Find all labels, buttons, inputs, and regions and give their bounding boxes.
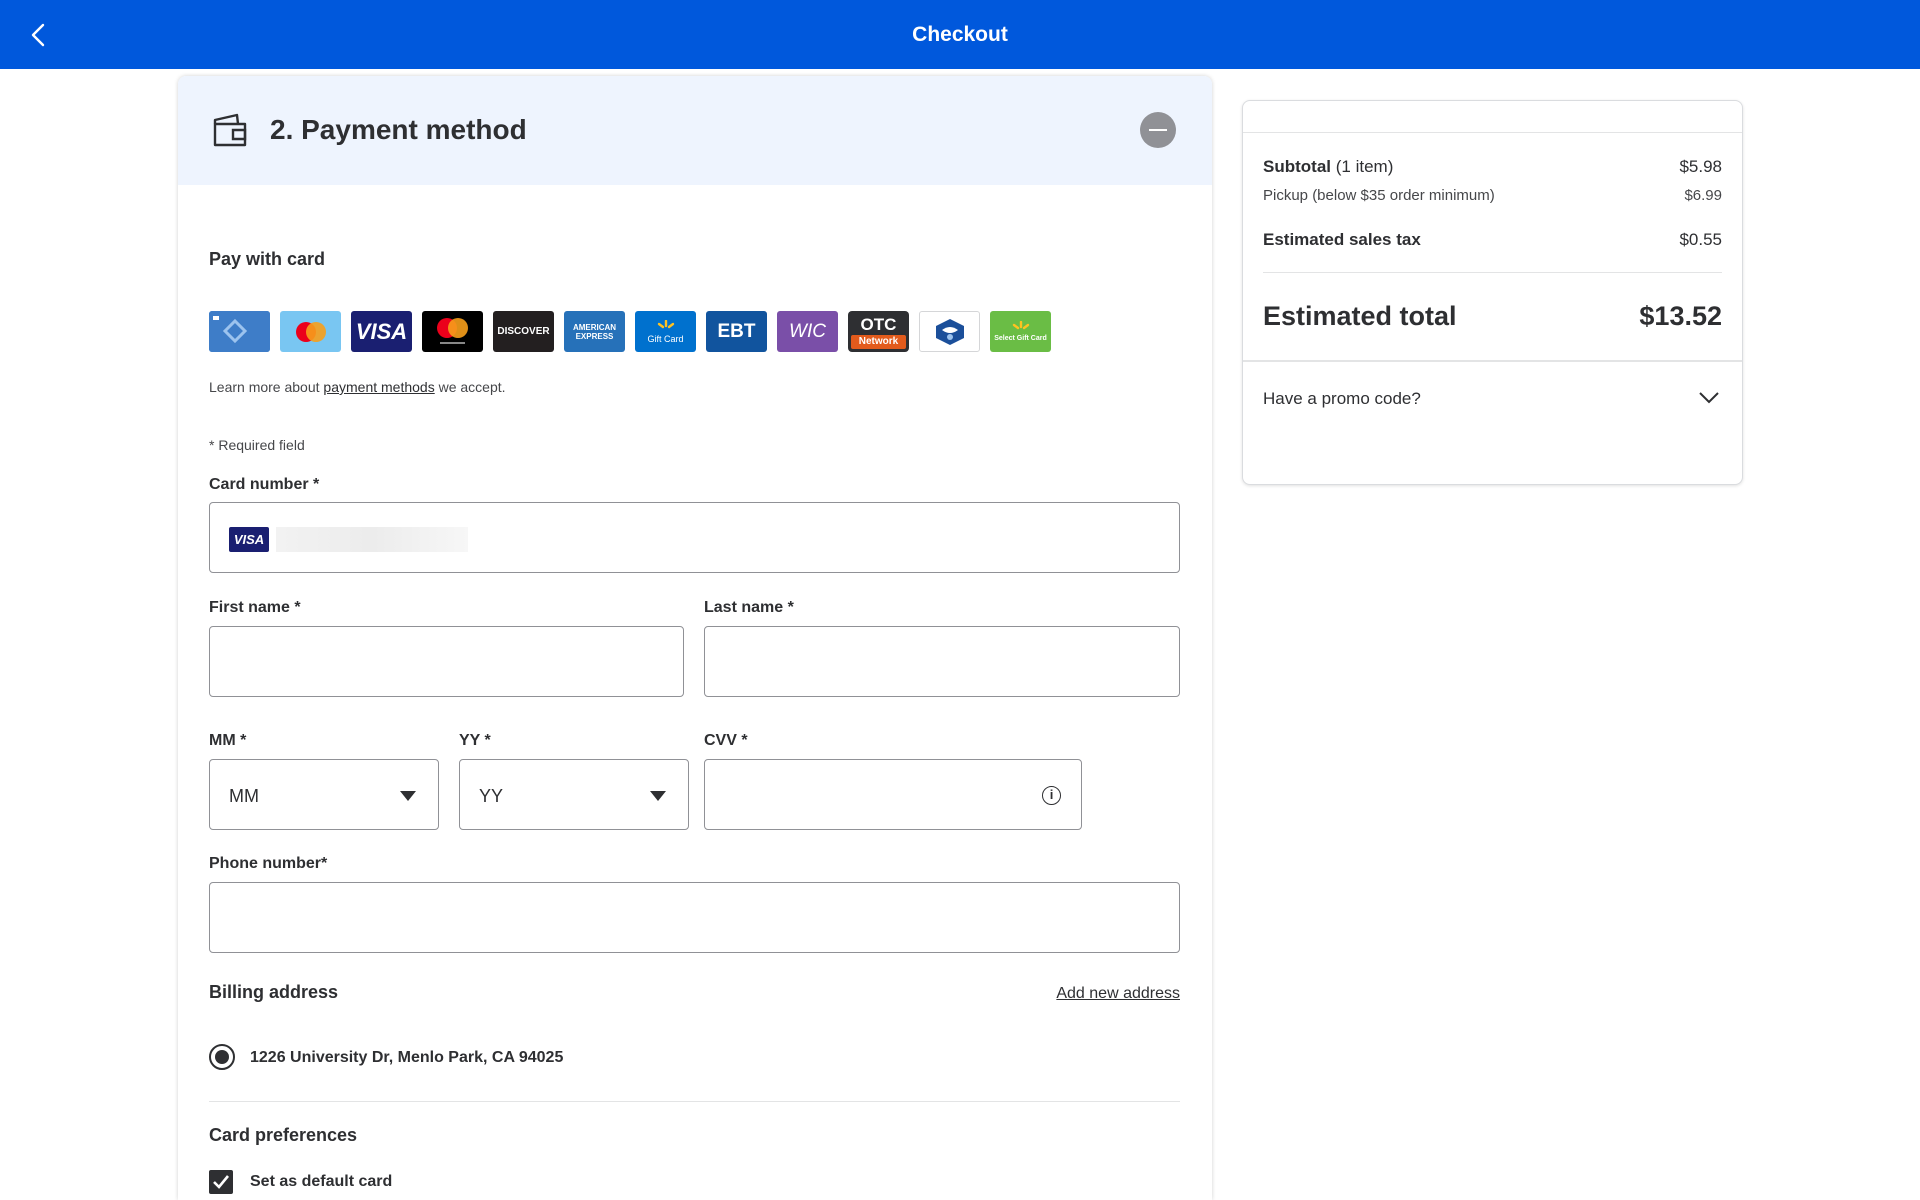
add-new-address-link[interactable]: Add new address [1056,985,1180,1003]
summary-divider [1243,360,1742,362]
otc-label: OTC [860,314,897,334]
cvv-label: CVV * [704,732,748,749]
billing-address-heading: Billing address [209,982,339,1002]
otc-network-icon: OTC Network [848,311,909,352]
last-name-input[interactable] [704,626,1180,697]
mastercard-icon [422,311,483,352]
subtotal-label: Subtotal [1263,157,1331,176]
year-select[interactable]: YY [459,759,689,830]
info-icon[interactable]: i [1042,786,1061,805]
masked-card-number [276,527,468,552]
page-title: Checkout [912,23,1008,46]
phone-number-label: Phone number* [209,855,328,872]
divider [209,1101,1180,1102]
promo-code-label: Have a promo code? [1263,389,1421,408]
benefits-card-icon [919,311,980,352]
summary-divider [1263,272,1722,273]
mm-label: MM * [209,732,247,749]
estimated-total-value: $13.52 [1639,301,1722,331]
subtotal-row: Subtotal (1 item) $5.98 [1263,157,1722,177]
billing-address-text: 1226 University Dr, Menlo Park, CA 94025 [250,1049,564,1066]
pickup-fee-row: Pickup (below $35 order minimum) $6.99 [1263,187,1722,204]
payment-methods-link[interactable]: payment methods [323,379,434,395]
pickup-fee-label: Pickup (below $35 order minimum) [1263,187,1495,204]
select-gift-card-icon: Select Gift Card [990,311,1051,352]
ebt-card-icon: EBT [706,311,767,352]
card-number-input[interactable]: VISA [209,502,1180,573]
sales-tax-label: Estimated sales tax [1263,230,1421,249]
card-number-label: Card number * [209,476,320,493]
month-select[interactable]: MM [209,759,439,830]
learn-more-suffix: we accept. [438,379,506,395]
sales-tax-value: $0.55 [1679,230,1722,249]
month-select-value: MM [229,786,259,806]
section-title: 2. Payment method [270,114,527,145]
promo-code-toggle[interactable]: Have a promo code? [1263,389,1722,409]
yy-label: YY * [459,732,491,749]
last-name-label: Last name * [704,599,794,616]
walmart-mastercard-icon [280,311,341,352]
subtotal-value: $5.98 [1679,157,1722,176]
collapse-button[interactable] [1140,112,1176,148]
visa-card-icon: VISA [229,527,269,552]
select-gift-card-label: Select Gift Card [994,335,1047,342]
visa-card-icon: VISA [351,311,412,352]
estimated-total-label: Estimated total [1263,301,1457,331]
sales-tax-row: Estimated sales tax $0.55 [1263,230,1722,250]
check-icon [213,1175,230,1189]
accepted-cards-list: VISA DISCOVER AMERICAN EXPRESS Gift Card… [209,311,1051,352]
card-preferences-heading: Card preferences [209,1125,358,1145]
payment-method-panel: 2. Payment method Pay with card VISA DIS… [178,76,1212,1200]
gift-card-label: Gift Card [647,333,684,344]
address-radio[interactable] [209,1044,235,1070]
first-name-label: First name * [209,599,301,616]
set-default-card-label: Set as default card [250,1173,393,1190]
summary-top-divider [1243,132,1742,133]
top-bar: Checkout [0,0,1920,69]
otc-network-label: Network [851,334,906,349]
year-select-value: YY [479,786,504,806]
caret-down-icon [650,791,666,801]
payment-methods-note: Learn more about payment methods we acce… [209,379,506,395]
chevron-down-icon[interactable] [1698,386,1720,408]
wic-card-icon: WIC [777,311,838,352]
subtotal-count: (1 item) [1335,157,1394,176]
first-name-input[interactable] [209,626,684,697]
american-express-icon: AMERICAN EXPRESS [564,311,625,352]
discover-card-icon: DISCOVER [493,311,554,352]
walmart-gift-card-icon: Gift Card [635,311,696,352]
walmart-credit-card-icon [209,311,270,352]
wallet-icon [213,113,247,147]
required-field-note: * Required field [209,437,305,453]
order-summary: Subtotal (1 item) $5.98 Pickup (below $3… [1242,100,1743,485]
phone-number-input[interactable] [209,882,1180,953]
caret-down-icon [400,791,416,801]
default-card-checkbox[interactable] [209,1170,233,1194]
pay-with-card-heading: Pay with card [209,249,326,269]
pickup-fee-value: $6.99 [1684,187,1722,204]
estimated-total-row: Estimated total $13.52 [1263,301,1722,332]
learn-more-text: Learn more about [209,379,320,395]
payment-method-header: 2. Payment method [178,76,1212,185]
cvv-input[interactable]: i [704,759,1082,830]
